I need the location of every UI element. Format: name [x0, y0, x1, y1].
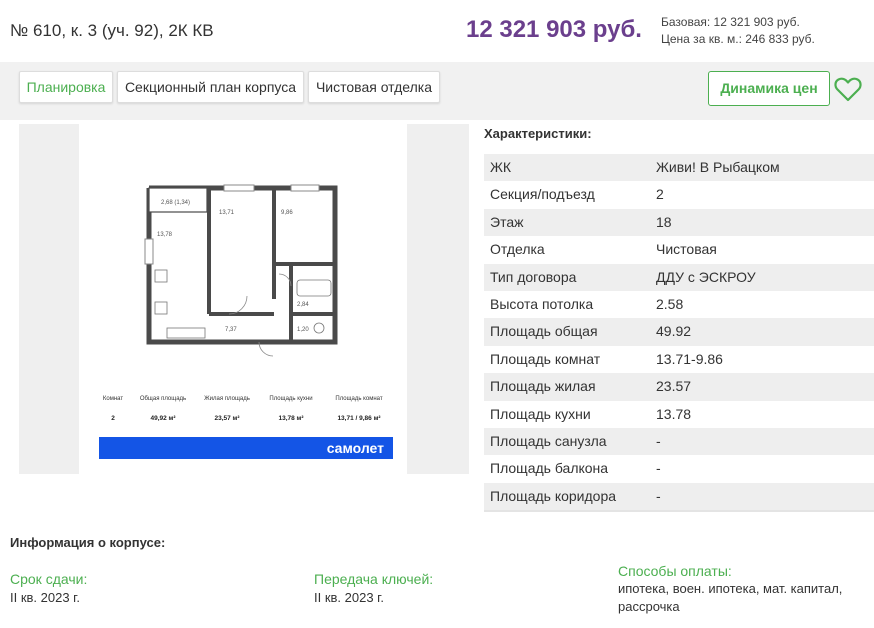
- stat-label-kitchen: Площадь кухни: [269, 396, 312, 402]
- table-row: Тип договора ДДУ с ЭСКРОУ: [484, 263, 874, 291]
- row-key: Площадь санузла: [490, 432, 607, 449]
- plan-label-hall: 7,37: [225, 327, 237, 333]
- table-row: ЖК Живи! В Рыбацком: [484, 154, 874, 182]
- plan-label-room1: 13,71: [219, 210, 235, 216]
- table-row: Площадь коридора -: [484, 482, 874, 511]
- row-value: 18: [656, 213, 672, 230]
- row-key: Площадь коридора: [490, 487, 617, 504]
- row-key: Этаж: [490, 213, 524, 230]
- apartment-title: № 610, к. 3 (уч. 92), 2К КВ: [10, 21, 214, 40]
- table-row: Секция/подъезд 2: [484, 181, 874, 208]
- row-key: Площадь комнат: [490, 350, 601, 367]
- row-value: ДДУ с ЭСКРОУ: [656, 268, 756, 285]
- row-value: 2.58: [656, 295, 684, 312]
- payment-value-line-2: рассрочка: [618, 599, 680, 614]
- stat-label-total: Общая площадь: [140, 396, 186, 402]
- table-divider: [484, 510, 874, 512]
- floor-plan-drawing: 2,68 (1,34) 13,78 13,71 9,86 7,37 2,84 1…: [99, 184, 393, 459]
- row-value: -: [656, 432, 661, 449]
- heart-icon[interactable]: [834, 76, 862, 102]
- stat-value-kitchen: 13,78 м²: [278, 415, 304, 422]
- row-key: Площадь общая: [490, 323, 598, 340]
- table-row: Высота потолка 2.58: [484, 291, 874, 318]
- row-value: 49.92: [656, 323, 692, 340]
- brand-logo: самолет: [327, 440, 384, 456]
- table-row: Площадь комнат 13.71-9.86: [484, 346, 874, 373]
- stat-value-living: 23,57 м²: [214, 415, 240, 422]
- row-key: Тип договора: [490, 268, 577, 285]
- tab-bar: Планировка Секционный план корпуса Чисто…: [0, 62, 874, 120]
- table-row: Площадь кухни 13.78: [484, 401, 874, 428]
- base-price: Базовая: 12 321 903 руб.: [661, 15, 800, 29]
- payment-value: ипотека, воен. ипотека, мат. капитал, ра…: [618, 580, 842, 616]
- plan-label-balcony: 2,68 (1,34): [161, 200, 190, 206]
- row-key: ЖК: [490, 159, 512, 175]
- floor-plan-panel: 2,68 (1,34) 13,78 13,71 9,86 7,37 2,84 1…: [19, 124, 469, 474]
- table-row: Площадь общая 49.92: [484, 318, 874, 346]
- table-row: Площадь санузла -: [484, 427, 874, 456]
- characteristics-title: Характеристики:: [484, 126, 592, 141]
- row-key: Площадь жилая: [490, 378, 596, 395]
- tab-section-plan[interactable]: Секционный план корпуса: [117, 71, 304, 103]
- row-value: 2: [656, 186, 664, 203]
- keys-value: II кв. 2023 г.: [314, 590, 384, 605]
- row-value: 13.78: [656, 405, 692, 422]
- stat-value-rooms-area: 13,71 / 9,86 м²: [337, 415, 381, 422]
- payment-value-line-1: ипотека, воен. ипотека, мат. капитал,: [618, 581, 843, 596]
- table-row: Площадь балкона -: [484, 455, 874, 482]
- plan-label-room2: 9,86: [281, 210, 293, 216]
- deadline-label: Срок сдачи:: [10, 571, 88, 587]
- stat-value-total: 49,92 м²: [150, 415, 176, 422]
- plan-label-kitchen: 13,78: [157, 232, 173, 238]
- row-key: Высота потолка: [490, 295, 594, 312]
- price-dynamics-button[interactable]: Динамика цен: [708, 71, 830, 106]
- stat-value-rooms: 2: [111, 415, 115, 422]
- row-value: 13.71-9.86: [656, 350, 723, 367]
- row-value: Чистовая: [656, 241, 717, 258]
- row-value: -: [656, 487, 661, 504]
- row-key: Секция/подъезд: [490, 186, 595, 203]
- tab-layout[interactable]: Планировка: [19, 71, 113, 103]
- row-key: Площадь кухни: [490, 405, 591, 422]
- keys-label: Передача ключей:: [314, 571, 434, 587]
- plan-label-bath: 2,84: [297, 302, 309, 308]
- row-value: -: [656, 460, 661, 477]
- stat-label-rooms: Комнат: [103, 396, 123, 402]
- table-row: Площадь жилая 23.57: [484, 373, 874, 401]
- apartment-price: 12 321 903 руб.: [466, 16, 642, 43]
- tab-finishing[interactable]: Чистовая отделка: [308, 71, 440, 103]
- building-info-title: Информация о корпусе:: [10, 535, 166, 550]
- page-header: № 610, к. 3 (уч. 92), 2К КВ 12 321 903 р…: [0, 0, 874, 62]
- row-key: Отделка: [490, 241, 545, 258]
- table-row: Этаж 18: [484, 208, 874, 237]
- payment-label: Способы оплаты:: [618, 563, 732, 579]
- characteristics-table: ЖК Живи! В Рыбацком Секция/подъезд 2 Этаж 1…: [484, 154, 874, 511]
- row-value: Живи! В Рыбацком: [656, 159, 780, 175]
- price-per-m2: Цена за кв. м.: 246 833 руб.: [661, 32, 815, 46]
- stat-label-rooms-area: Площадь комнат: [335, 396, 382, 402]
- plan-label-wc: 1,20: [297, 327, 309, 333]
- stat-label-living: Жилая площадь: [204, 396, 250, 402]
- floor-plan-image: 2,68 (1,34) 13,78 13,71 9,86 7,37 2,84 1…: [79, 124, 407, 474]
- row-value: 23.57: [656, 378, 692, 395]
- table-row: Отделка Чистовая: [484, 236, 874, 263]
- price-details: Базовая: 12 321 903 руб. Цена за кв. м.:…: [661, 14, 815, 48]
- row-key: Площадь балкона: [490, 460, 609, 477]
- deadline-value: II кв. 2023 г.: [10, 590, 80, 605]
